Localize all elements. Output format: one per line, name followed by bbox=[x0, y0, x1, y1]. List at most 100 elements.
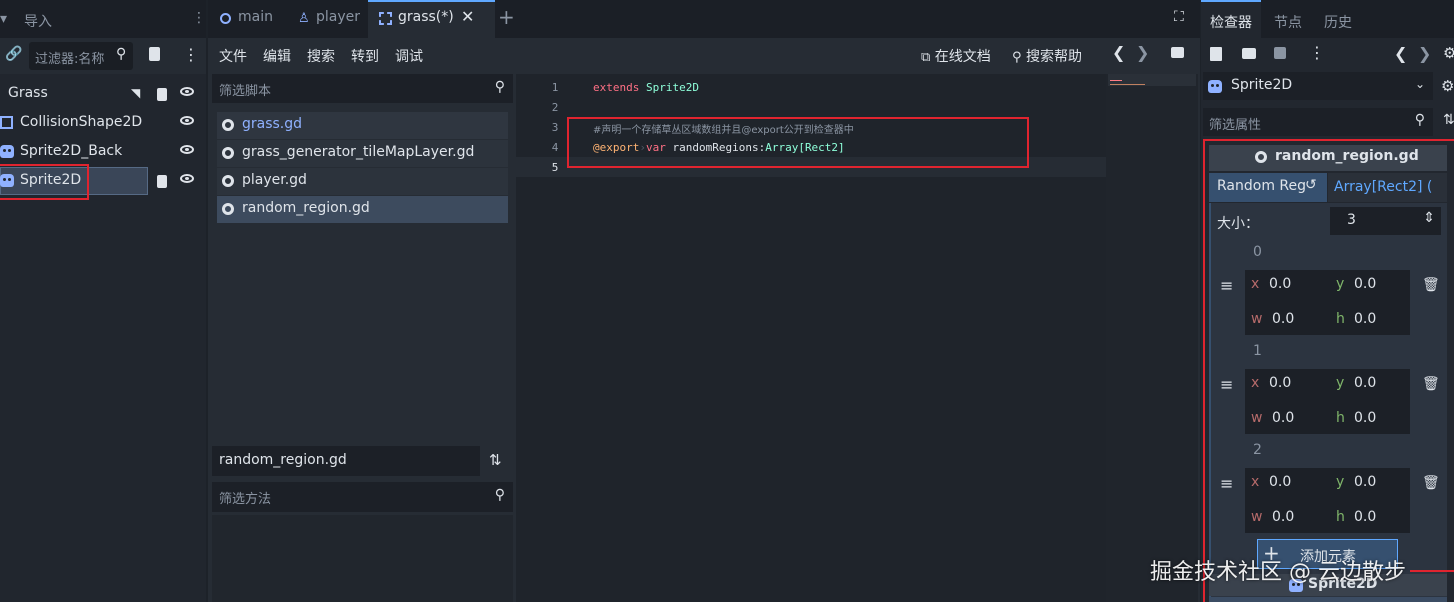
more-icon[interactable]: ⋮ bbox=[183, 45, 199, 64]
collision-shape-icon bbox=[0, 116, 13, 129]
script-item[interactable]: grass.gd bbox=[217, 112, 508, 139]
nav-back-icon[interactable]: ❮ bbox=[1112, 43, 1125, 62]
help-search-icon: ⚲ bbox=[1012, 50, 1022, 65]
history-back-icon[interactable]: ❮ bbox=[1394, 44, 1407, 63]
tree-item-label: Grass bbox=[8, 85, 48, 101]
visibility-eye-icon[interactable] bbox=[180, 116, 194, 125]
tree-item-collision[interactable]: CollisionShape2D bbox=[0, 109, 206, 137]
object-menu-icon[interactable]: ⚙ bbox=[1441, 77, 1454, 95]
tab-grass[interactable]: grass(*) ✕ bbox=[368, 0, 495, 38]
close-icon[interactable]: ✕ bbox=[461, 7, 474, 26]
highlight-sprite2d-box bbox=[0, 164, 89, 200]
person-icon: ♙ bbox=[298, 11, 310, 26]
visibility-eye-icon[interactable] bbox=[180, 145, 194, 154]
sort-icon[interactable]: ⇅ bbox=[489, 451, 502, 469]
line-number: 2 bbox=[551, 101, 559, 114]
tab-node[interactable]: 节点 bbox=[1274, 12, 1302, 32]
property-options-icon[interactable]: ⇅ bbox=[1443, 112, 1454, 128]
script-filter-icon[interactable] bbox=[149, 47, 160, 61]
script-item[interactable]: player.gd bbox=[217, 168, 508, 195]
link-icon[interactable]: 🔗 bbox=[5, 46, 22, 62]
script-item-selected[interactable]: random_region.gd bbox=[217, 196, 508, 223]
fullscreen-icon[interactable]: ⛶ bbox=[1174, 9, 1184, 25]
online-docs-label: 在线文档 bbox=[934, 49, 991, 65]
add-tab-icon[interactable]: + bbox=[498, 5, 515, 29]
search-icon: ⚲ bbox=[116, 46, 127, 62]
tab-menu-icon[interactable]: ⋮ bbox=[192, 10, 206, 26]
menubar: 文件 编辑 搜索 转到 调试 ⧉ 在线文档 ⚲ 搜索帮助 ❮ ❯ bbox=[208, 38, 1200, 73]
more-icon[interactable]: ⋮ bbox=[1309, 43, 1325, 62]
online-docs-button[interactable]: ⧉ 在线文档 bbox=[921, 46, 991, 66]
visibility-eye-icon[interactable] bbox=[180, 87, 194, 96]
code-line-1: extends Sprite2D bbox=[593, 81, 699, 94]
scene-tabs: ▾ 导入 ⋮ bbox=[0, 0, 206, 38]
method-list bbox=[212, 515, 513, 602]
sprite-icon bbox=[0, 145, 14, 158]
script-filter-placeholder: 筛选脚本 bbox=[219, 84, 272, 99]
folder-icon[interactable] bbox=[1242, 48, 1256, 59]
tree-item-label: CollisionShape2D bbox=[20, 114, 143, 130]
visibility-eye-icon[interactable] bbox=[180, 174, 194, 183]
chevron-down-icon: ⌄ bbox=[1414, 77, 1425, 91]
nav-forward-icon[interactable]: ❯ bbox=[1136, 43, 1149, 62]
tree-item-grass[interactable]: Grass ◥ bbox=[0, 80, 206, 108]
property-filter-placeholder: 筛选属性 bbox=[1209, 118, 1262, 133]
menu-search[interactable]: 搜索 bbox=[307, 46, 335, 66]
tab-main-label: main bbox=[238, 9, 273, 25]
object-name: Sprite2D bbox=[1231, 77, 1293, 93]
object-settings-icon[interactable]: ⚙ bbox=[1443, 44, 1454, 62]
highlight-inspector-line bbox=[1410, 570, 1454, 572]
minimap[interactable] bbox=[1106, 74, 1198, 602]
line-number: 1 bbox=[551, 81, 559, 94]
current-script-field: random_region.gd bbox=[212, 446, 480, 476]
keyword: extends bbox=[593, 81, 640, 94]
menu-goto[interactable]: 转到 bbox=[351, 46, 379, 66]
layout-toggle-icon[interactable] bbox=[1171, 47, 1184, 58]
menu-edit[interactable]: 编辑 bbox=[263, 46, 291, 66]
sprite-icon bbox=[1208, 80, 1222, 93]
current-script-label: random_region.gd bbox=[219, 452, 347, 468]
line-number: 5 bbox=[551, 161, 559, 174]
tab-scene[interactable]: ▾ bbox=[0, 11, 7, 27]
search-icon: ⚲ bbox=[494, 79, 505, 95]
signal-icon[interactable]: ◥ bbox=[131, 86, 140, 100]
tree-item-label: Sprite2D_Back bbox=[20, 143, 123, 159]
external-link-icon: ⧉ bbox=[921, 50, 931, 65]
script-item-label: random_region.gd bbox=[242, 200, 370, 216]
save-icon[interactable] bbox=[1274, 47, 1286, 59]
minimap-line bbox=[1110, 80, 1122, 81]
minimap-line bbox=[1110, 84, 1145, 85]
tab-inspector[interactable]: 检查器 bbox=[1210, 12, 1252, 32]
script-icon[interactable] bbox=[157, 88, 167, 101]
tree-item-sprite-back[interactable]: Sprite2D_Back bbox=[0, 138, 206, 166]
gear-icon bbox=[222, 203, 234, 215]
script-item-label: grass.gd bbox=[242, 116, 303, 132]
object-selector[interactable]: Sprite2D ⌄ bbox=[1203, 72, 1433, 100]
line-number: 4 bbox=[551, 141, 559, 154]
tab-history[interactable]: 历史 bbox=[1324, 12, 1352, 32]
property-filter-input[interactable]: 筛选属性 ⚲ bbox=[1203, 108, 1433, 136]
scene-filter-placeholder: 过滤器:名称 bbox=[35, 52, 105, 67]
script-filter-input[interactable]: 筛选脚本 ⚲ bbox=[212, 74, 513, 103]
script-item[interactable]: grass_generator_tileMapLayer.gd bbox=[217, 140, 508, 167]
menu-file[interactable]: 文件 bbox=[219, 46, 247, 66]
gear-icon bbox=[222, 175, 234, 187]
tab-player-label: player bbox=[316, 9, 361, 25]
new-resource-icon[interactable] bbox=[1210, 47, 1222, 61]
search-help-button[interactable]: ⚲ 搜索帮助 bbox=[1012, 46, 1082, 66]
method-filter-input[interactable]: 筛选方法 ⚲ bbox=[212, 482, 513, 512]
script-item-label: grass_generator_tileMapLayer.gd bbox=[242, 144, 475, 160]
highlight-code-box bbox=[567, 117, 1029, 168]
inspector-tabs: 检查器 节点 历史 bbox=[1201, 0, 1454, 38]
class-name: Sprite2D bbox=[645, 81, 699, 94]
menu-debug[interactable]: 调试 bbox=[395, 46, 423, 66]
highlight-inspector-box bbox=[1203, 139, 1454, 602]
script-item-label: player.gd bbox=[242, 172, 307, 188]
script-icon[interactable] bbox=[157, 175, 167, 188]
tab-import[interactable]: 导入 bbox=[24, 11, 52, 31]
method-filter-placeholder: 筛选方法 bbox=[219, 492, 272, 507]
inspector-toolbar: ⋮ ❮ ❯ ⚙ bbox=[1201, 38, 1454, 72]
search-icon: ⚲ bbox=[494, 487, 505, 503]
search-icon: ⚲ bbox=[1414, 112, 1425, 128]
history-forward-icon[interactable]: ❯ bbox=[1418, 44, 1431, 63]
